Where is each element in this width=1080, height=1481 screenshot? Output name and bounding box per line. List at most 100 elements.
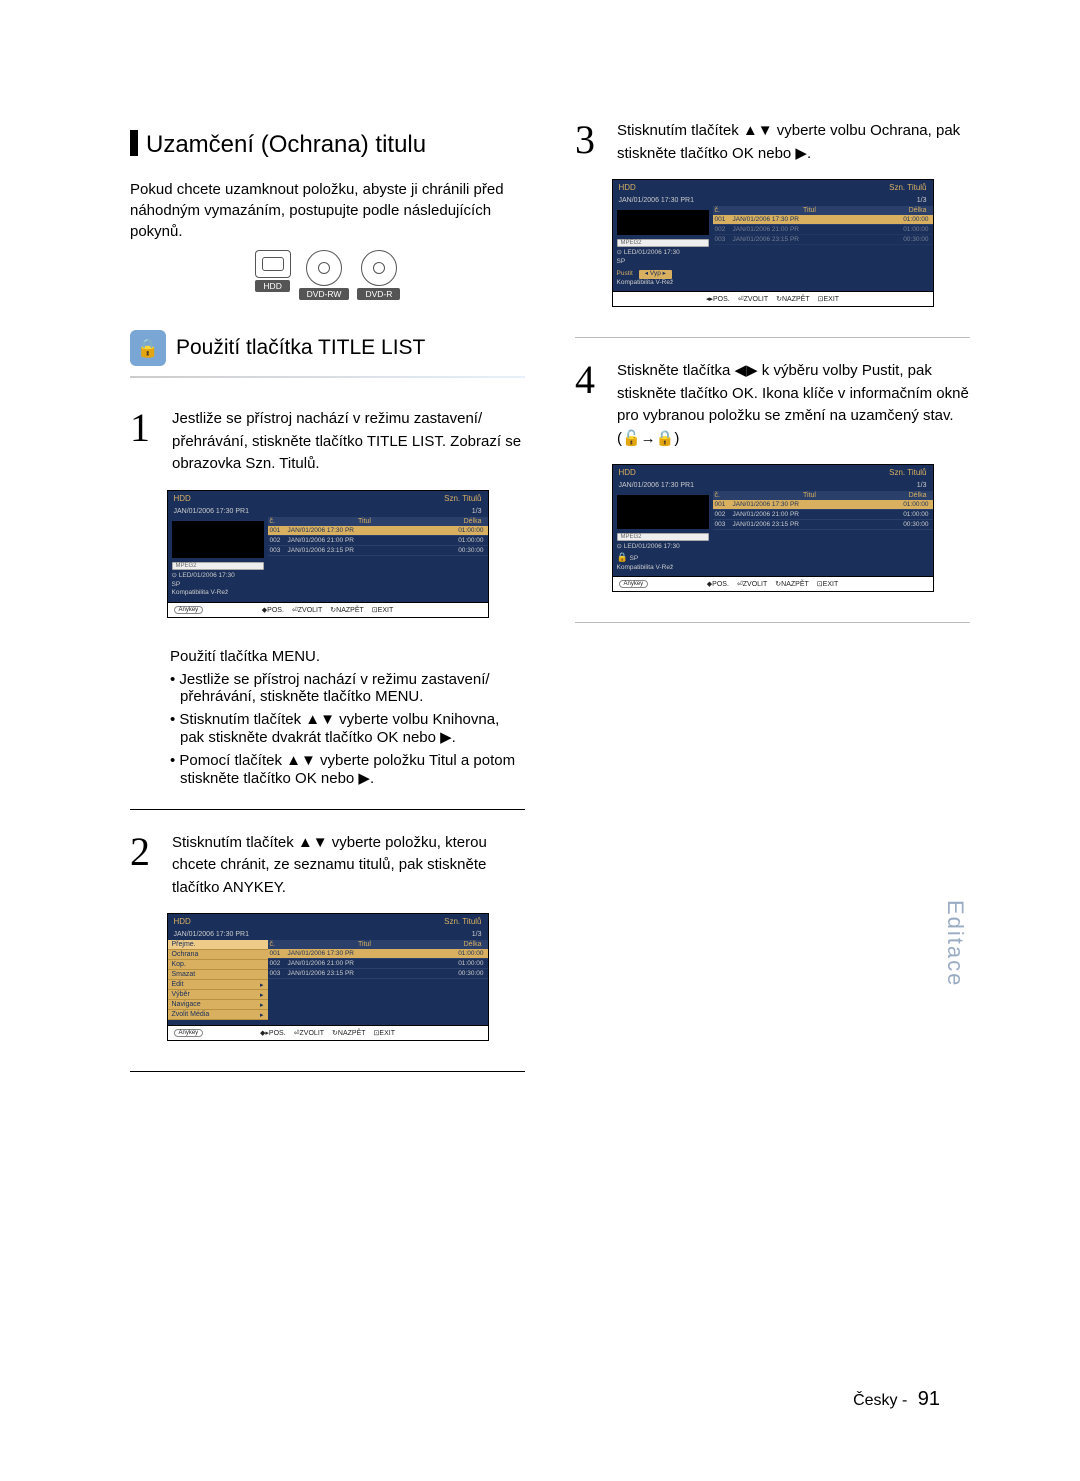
step-number: 2: [130, 832, 160, 900]
step-number: 1: [130, 408, 160, 476]
step-2: 2 Stisknutím tlačítek ▲▼ vyberte položku…: [130, 832, 525, 900]
osd-meta-mode: SP: [617, 258, 626, 265]
dvdr-label: DVD-R: [357, 288, 400, 300]
menu-item-choose-media: Zvolit Média ▸: [168, 1010, 268, 1020]
mpeg-badge: MPEG2: [617, 239, 709, 247]
step-text: Stisknutím tlačítek ▲▼ vyberte volbu Och…: [617, 120, 970, 165]
osd-thumbnail: [172, 521, 264, 559]
step-3: 3 Stisknutím tlačítek ▲▼ vyberte volbu O…: [575, 120, 970, 165]
footer-return: ↻NAZPĚT: [776, 295, 810, 303]
media-icon-row: HDD DVD-RW DVD-R: [130, 250, 525, 300]
osd-meta-date: ⊙ LED/01/2006 17:30: [617, 543, 680, 550]
step-text: Stisknutím tlačítek ▲▼ vyberte položku, …: [172, 832, 525, 900]
subsection-title: Použití tlačítka TITLE LIST: [176, 336, 425, 360]
menu-bullet: Stisknutím tlačítek ▲▼ vyberte volbu Kni…: [180, 711, 525, 746]
menu-item-select: Výběr ▸: [168, 990, 268, 1000]
osd-counter: 1/3: [917, 197, 927, 204]
osd-meta-date: ⊙ LED/01/2006 17:30: [172, 572, 235, 579]
footer-select: ⏎ZVOLIT: [292, 606, 322, 614]
footer-pos: ◂▸POS.: [706, 295, 730, 303]
osd-meta-mode: SP: [630, 555, 639, 562]
table-row: 001JAN/01/2006 17:30 PR01:00:00: [268, 949, 488, 959]
section-title-text: Uzamčení (Ochrana) titulu: [146, 131, 426, 158]
step-text: Stiskněte tlačítka ◀▶ k výběru volby Pus…: [617, 360, 970, 450]
separator: [130, 809, 525, 810]
footer-exit: ⊡EXIT: [817, 580, 838, 588]
osd-screenshot-4: HDD Szn. Titulů JAN/01/2006 17:30 PR1 1/…: [612, 464, 934, 592]
footer-return: ↻NAZPĚT: [330, 606, 364, 614]
osd-media: HDD: [174, 917, 191, 926]
osd-counter: 1/3: [917, 482, 927, 489]
menu-bullet: Jestliže se přístroj nachází v režimu za…: [180, 671, 525, 705]
osd-meta-compat: Kompatibilita V-Rež: [617, 279, 674, 286]
step-number: 4: [575, 360, 605, 450]
menu-item-copy: Kop.: [168, 960, 268, 970]
hdd-label: HDD: [255, 280, 289, 292]
osd-counter: 1/3: [472, 508, 482, 515]
table-row: 001JAN/01/2006 17:30 PR01:00:00: [713, 500, 933, 510]
osd-breadcrumb: JAN/01/2006 17:30 PR1: [174, 931, 250, 938]
section-title: Uzamčení (Ochrana) titulu: [130, 130, 525, 159]
menu-item-edit: Edit ▸: [168, 980, 268, 990]
protect-value-button: ◂ Vyp ▸: [639, 270, 672, 278]
osd-counter: 1/3: [472, 931, 482, 938]
osd-list-title: Szn. Titulů: [444, 494, 481, 503]
table-row: 003JAN/01/2006 23:15 PR00:30:00: [268, 546, 488, 556]
osd-media: HDD: [619, 183, 636, 192]
context-menu: Přejme. Ochrana Kop. Smazat Edit ▸ Výběr…: [168, 940, 268, 1020]
osd-thumbnail: [617, 495, 709, 529]
separator: [130, 1071, 525, 1072]
table-row: 003JAN/01/2006 23:15 PR00:30:00: [713, 520, 933, 530]
table-row: 003JAN/01/2006 23:15 PR00:30:00: [268, 969, 488, 979]
anykey-badge: Anykey: [619, 580, 649, 588]
osd-meta-compat: Kompatibilita V-Rež: [172, 589, 229, 596]
side-tab: Editace: [942, 900, 968, 987]
mpeg-badge: MPEG2: [617, 533, 709, 541]
osd-media: HDD: [174, 494, 191, 503]
osd-thumbnail: [617, 210, 709, 235]
footer-exit: ⊡EXIT: [818, 295, 839, 303]
footer-select: ⏎ZVOLIT: [294, 1029, 324, 1037]
footer-select: ⏎ZVOLIT: [738, 295, 768, 303]
anykey-badge: Anykey: [174, 1029, 204, 1037]
osd-meta-compat: Kompatibilita V-Rež: [617, 564, 674, 571]
dvdrw-icon: DVD-RW: [299, 250, 350, 300]
step-number: 3: [575, 120, 605, 165]
mpeg-badge: MPEG2: [172, 562, 264, 570]
osd-meta-date: ⊙ LED/01/2006 17:30: [617, 249, 680, 256]
lock-icon: 🔒: [130, 330, 166, 366]
osd-media: HDD: [619, 468, 636, 477]
step-1: 1 Jestliže se přístroj nachází v režimu …: [130, 408, 525, 476]
osd-list-title: Szn. Titulů: [889, 468, 926, 477]
menu-item-rename: Přejme.: [168, 940, 268, 950]
osd-list-title: Szn. Titulů: [889, 183, 926, 192]
separator: [130, 376, 525, 378]
osd-screenshot-3: HDD Szn. Titulů JAN/01/2006 17:30 PR1 1/…: [612, 179, 934, 307]
table-row: 001JAN/01/2006 17:30 PR01:00:00: [713, 215, 933, 225]
col-title: Titul: [288, 518, 442, 525]
section-bar-icon: [130, 130, 138, 156]
footer-pos: ◆▸POS.: [260, 1029, 286, 1037]
footer-return: ↻NAZPĚT: [775, 580, 809, 588]
separator: [575, 622, 970, 623]
page-footer: Česky - 91: [853, 1388, 940, 1411]
footer-exit: ⊡EXIT: [372, 606, 393, 614]
anykey-badge: Anykey: [174, 606, 204, 614]
osd-meta-mode: SP: [172, 581, 181, 588]
locked-icon: 🔒: [617, 552, 628, 562]
table-row: 001JAN/01/2006 17:30 PR01:00:00: [268, 526, 488, 536]
footer-exit: ⊡EXIT: [374, 1029, 395, 1037]
menu-bullet: Pomocí tlačítek ▲▼ vyberte položku Titul…: [180, 752, 525, 787]
dvdrw-label: DVD-RW: [299, 288, 350, 300]
menu-item-navigate: Navigace ▸: [168, 1000, 268, 1010]
protect-label: Pustit: [617, 270, 633, 278]
menu-heading: Použití tlačítka MENU.: [170, 648, 525, 665]
table-row: 002JAN/01/2006 21:00 PR01:00:00: [268, 959, 488, 969]
separator: [575, 337, 970, 338]
footer-return: ↻NAZPĚT: [332, 1029, 366, 1037]
page-lang: Česky -: [853, 1392, 907, 1409]
osd-breadcrumb: JAN/01/2006 17:30 PR1: [619, 482, 695, 489]
menu-item-protect: Ochrana: [168, 950, 268, 960]
page-number: 91: [918, 1388, 940, 1410]
table-row: 003JAN/01/2006 23:15 PR00:30:00: [713, 235, 933, 245]
